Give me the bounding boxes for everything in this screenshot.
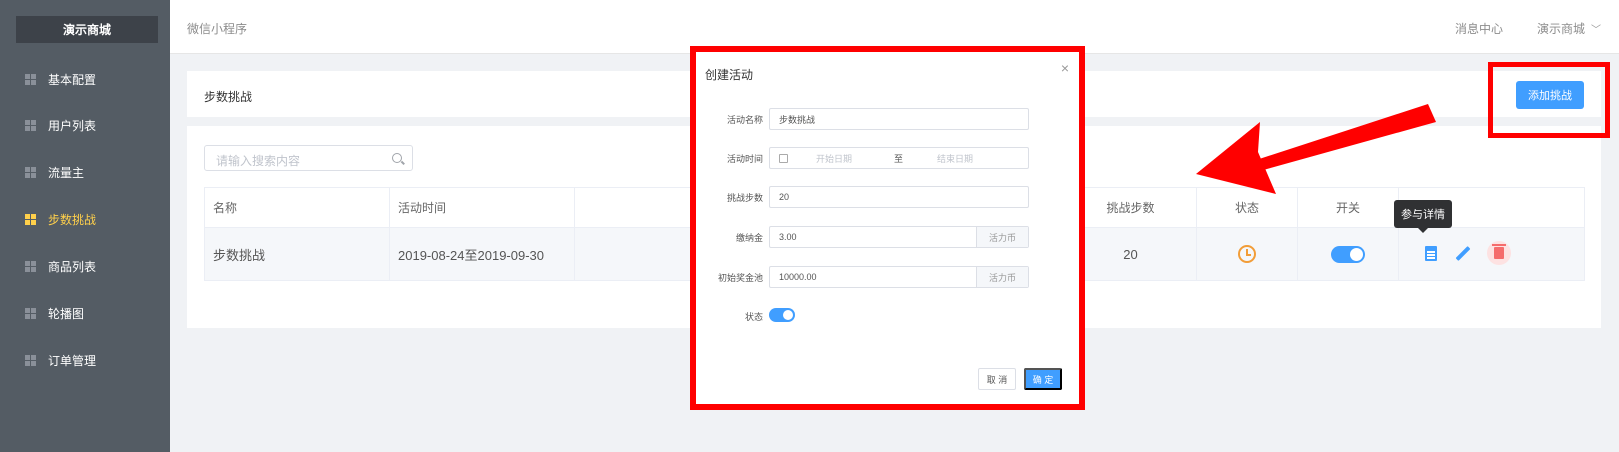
grid-icon (25, 73, 36, 85)
form-row-time: 活动时间 开始日期 至 结束日期 (696, 147, 1079, 169)
trash-icon (1492, 244, 1506, 259)
sidebar: 演示商城 基本配置 用户列表 流量主 步数挑战 商品列表 轮播图 订单管理 (0, 0, 170, 452)
form-row-fee: 缴纳金 3.00 活力币 (696, 226, 1079, 248)
search-placeholder: 请输入搜索内容 (216, 154, 301, 168)
name-field[interactable]: 步数挑战 (769, 108, 1029, 130)
pool-field[interactable]: 10000.00 活力币 (769, 266, 1029, 288)
arrow-icon (1196, 104, 1436, 194)
sidebar-item-basic-config[interactable]: 基本配置 (0, 57, 170, 101)
date-range-field[interactable]: 开始日期 至 结束日期 (769, 147, 1029, 169)
user-menu[interactable]: 演示商城 ﹀ (1537, 20, 1601, 37)
user-name: 演示商城 (1537, 22, 1586, 36)
range-separator: 至 (894, 153, 904, 164)
confirm-button[interactable]: 确 定 (1024, 368, 1062, 390)
brand-title: 演示商城 (16, 16, 158, 43)
fee-value: 3.00 (779, 232, 797, 242)
cell-time: 2019-08-24至2019-09-30 (390, 228, 575, 280)
sidebar-item-label: 商品列表 (48, 259, 97, 274)
status-label: 状态 (744, 312, 763, 322)
status-toggle[interactable] (769, 308, 795, 322)
steps-label: 挑战步数 (726, 193, 763, 203)
sidebar-item-label: 订单管理 (48, 353, 97, 368)
delete-button[interactable] (1487, 241, 1511, 265)
name-value: 步数挑战 (779, 114, 816, 125)
steps-field[interactable]: 20 (769, 186, 1029, 208)
chevron-down-icon: ﹀ (1591, 25, 1602, 36)
clock-icon (1238, 245, 1256, 263)
breadcrumb[interactable]: 微信小程序 (187, 20, 247, 37)
sidebar-item-traffic[interactable]: 流量主 (0, 150, 170, 194)
close-icon[interactable]: × (1061, 60, 1069, 76)
pool-unit: 活力币 (976, 267, 1028, 287)
pool-label: 初始奖金池 (717, 273, 763, 283)
grid-icon (25, 260, 36, 272)
start-date-input[interactable]: 开始日期 (816, 152, 852, 165)
messages-link[interactable]: 消息中心 (1455, 20, 1503, 37)
sidebar-item-carousel[interactable]: 轮播图 (0, 291, 170, 335)
grid-icon (25, 119, 36, 131)
search-icon[interactable] (392, 153, 402, 163)
sidebar-item-label: 用户列表 (48, 118, 97, 133)
time-label: 活动时间 (726, 154, 763, 164)
arrow-shaft (1250, 104, 1436, 172)
form-row-pool: 初始奖金池 10000.00 活力币 (696, 266, 1079, 288)
form-row-status: 状态 (696, 305, 1079, 327)
form-row-name: 活动名称 步数挑战 (696, 108, 1079, 130)
cell-switch (1298, 228, 1399, 280)
column-header-time: 活动时间 (390, 188, 575, 227)
search-input[interactable]: 请输入搜索内容 (204, 145, 413, 171)
cell-actions (1399, 228, 1586, 280)
sidebar-item-label: 流量主 (48, 165, 85, 180)
steps-value: 20 (779, 192, 790, 202)
active-toggle[interactable] (1331, 245, 1365, 263)
fee-field[interactable]: 3.00 活力币 (769, 226, 1029, 248)
calendar-icon (779, 153, 788, 163)
pool-value: 10000.00 (779, 272, 817, 282)
sidebar-item-label: 基本配置 (48, 72, 97, 87)
form-row-steps: 挑战步数 20 (696, 186, 1079, 208)
sidebar-item-step-challenge[interactable]: 步数挑战 (0, 197, 170, 241)
end-date-input[interactable]: 结束日期 (937, 152, 973, 165)
name-label: 活动名称 (726, 115, 763, 125)
grid-icon (25, 213, 36, 225)
cell-status (1197, 228, 1298, 280)
create-activity-dialog: 创建活动 × 活动名称 步数挑战 活动时间 开始日期 至 结束日期 挑战步数 2… (690, 46, 1085, 410)
page-title: 步数挑战 (204, 90, 253, 104)
cell-name: 步数挑战 (205, 228, 390, 280)
fee-unit: 活力币 (976, 227, 1028, 247)
details-icon[interactable] (1425, 246, 1437, 261)
sidebar-item-orders[interactable]: 订单管理 (0, 338, 170, 382)
grid-icon (25, 307, 36, 319)
fee-label: 缴纳金 (735, 233, 763, 243)
tooltip: 参与详情 (1394, 200, 1452, 233)
cancel-button[interactable]: 取 消 (978, 368, 1016, 390)
sidebar-item-label: 轮播图 (48, 306, 85, 321)
column-header-name: 名称 (205, 188, 390, 227)
grid-icon (25, 354, 36, 366)
sidebar-item-products[interactable]: 商品列表 (0, 244, 170, 288)
sidebar-item-label: 步数挑战 (48, 212, 97, 227)
edit-icon[interactable] (1455, 246, 1471, 261)
sidebar-item-user-list[interactable]: 用户列表 (0, 103, 170, 147)
grid-icon (25, 166, 36, 178)
dialog-title: 创建活动 (705, 68, 754, 82)
highlight-box (1488, 62, 1610, 138)
